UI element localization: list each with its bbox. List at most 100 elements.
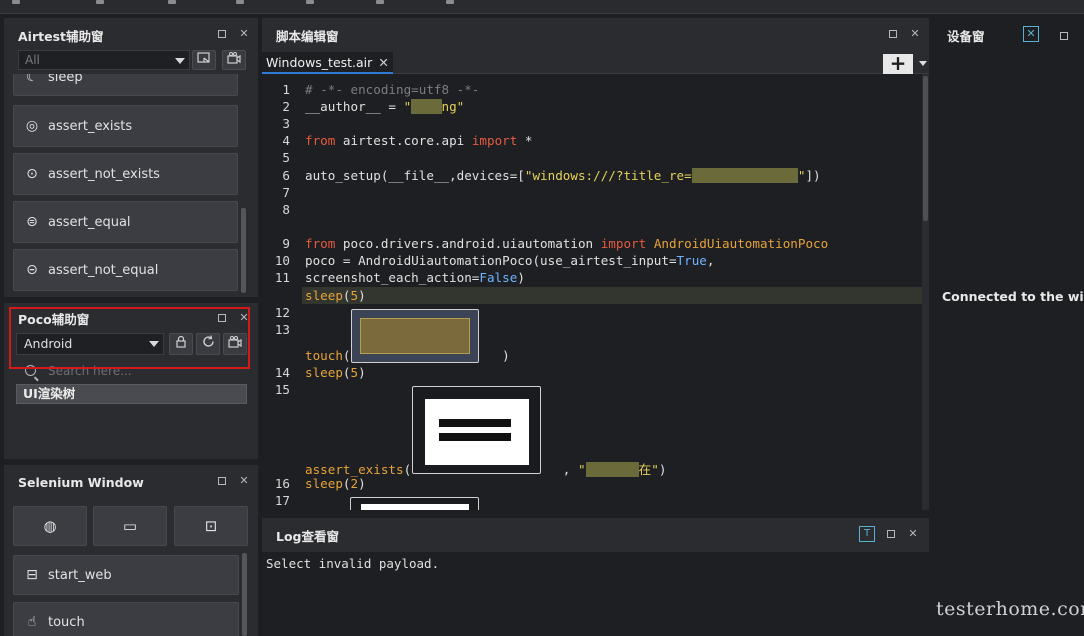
camera-icon: ⊡ — [204, 517, 218, 535]
current-line-highlight — [302, 287, 922, 304]
editor-scrollbar[interactable] — [922, 74, 929, 510]
chevron-down-icon — [175, 58, 185, 64]
scrollbar-thumb[interactable] — [923, 76, 928, 221]
float-icon[interactable] — [1060, 32, 1068, 40]
selenium-record-button[interactable]: ⊡ — [174, 506, 248, 546]
api-list-scrollbar[interactable] — [241, 74, 246, 295]
line-number: 16 — [274, 476, 290, 491]
selenium-panel: Selenium Window ✕ ◍ ▭ ⊡ ⊟ start_web ☝ to… — [4, 465, 258, 636]
code-line: sleep(5) — [305, 365, 366, 380]
device-status: Connected to the window — [942, 289, 1084, 304]
line-number: 8 — [282, 202, 290, 217]
new-script-button[interactable]: + — [873, 53, 929, 74]
plus-icon: + — [883, 53, 913, 74]
line-number: 6 — [282, 168, 290, 183]
close-icon[interactable]: ✕ — [238, 475, 250, 487]
filter-icon[interactable]: T — [859, 526, 875, 542]
code-line: auto_setup(__file__,devices=["windows://… — [305, 168, 821, 183]
float-icon[interactable] — [889, 30, 897, 38]
line-number: 15 — [274, 382, 290, 397]
api-item-label: assert_not_exists — [48, 166, 160, 182]
image-thumbnail[interactable] — [350, 497, 479, 510]
close-icon[interactable]: ✕ — [909, 28, 921, 40]
toggle-equal-icon: ⊜ — [26, 214, 38, 230]
line-number: 5 — [282, 150, 290, 165]
api-item-sleep[interactable]: ☾ sleep — [13, 74, 238, 96]
line-number: 4 — [282, 133, 290, 148]
tab-label: Windows_test.air — [266, 55, 373, 70]
close-tab-icon[interactable]: ✕ — [378, 55, 388, 70]
tools-icon[interactable]: ✕ — [1023, 26, 1039, 42]
device-panel: 设备窗 ✕ Connected to the window — [933, 18, 1084, 636]
api-filter-value: All — [25, 53, 40, 67]
scrollbar-thumb[interactable] — [242, 553, 247, 636]
watermark: testerhome.com — [936, 598, 1084, 620]
ui-tree-root[interactable]: UI渲染树 — [16, 384, 247, 404]
code-line: sleep(2) — [305, 476, 366, 491]
editor-panel-title: 脚本编辑窗 — [262, 18, 929, 52]
api-item-assert-not-exists[interactable]: ⊙ assert_not_exists — [13, 153, 238, 195]
line-number: 11 — [274, 270, 290, 285]
api-item-label: sleep — [48, 74, 83, 85]
code-line: from airtest.core.api import * — [305, 133, 533, 148]
selenium-item-label: start_web — [48, 567, 112, 583]
web-button[interactable]: ◍ — [13, 506, 87, 546]
api-filter-select[interactable]: All — [18, 50, 190, 70]
line-number: 3 — [282, 116, 290, 131]
record-button[interactable] — [222, 50, 246, 70]
selenium-item-touch[interactable]: ☝ touch — [13, 602, 239, 636]
line-number: 7 — [282, 185, 290, 200]
scrollbar-thumb[interactable] — [241, 208, 246, 293]
api-item-assert-not-equal[interactable]: ⊝ assert_not_equal — [13, 249, 238, 291]
line-number: 1 — [282, 82, 290, 97]
inbox-icon: ⊟ — [26, 567, 38, 583]
api-list: ☾ sleep ◎ assert_exists ⊙ assert_not_exi… — [13, 74, 238, 295]
log-panel-title: Log查看窗 — [262, 518, 929, 552]
toggle-not-equal-icon: ⊝ — [26, 262, 38, 278]
chevron-down-icon[interactable] — [919, 61, 927, 66]
selenium-item-start-web[interactable]: ⊟ start_web — [13, 555, 239, 595]
region-select-icon — [197, 52, 210, 63]
line-number: 2 — [282, 99, 290, 114]
float-icon[interactable] — [218, 30, 226, 38]
api-item-assert-exists[interactable]: ◎ assert_exists — [13, 105, 238, 147]
line-number: 12 — [274, 305, 290, 320]
float-icon[interactable] — [887, 530, 895, 538]
close-icon[interactable]: ✕ — [907, 528, 919, 540]
line-number: 14 — [274, 365, 290, 380]
target-off-icon: ⊙ — [26, 166, 38, 182]
api-item-assert-equal[interactable]: ⊜ assert_equal — [13, 201, 238, 243]
code-area[interactable]: 1 2 3 4 5 6 7 8 9 10 11 12 13 14 15 16 17 # -*- encoding… — [262, 78, 922, 510]
editor-tabs: Windows_test.air ✕ + — [262, 52, 929, 74]
close-icon[interactable]: ✕ — [238, 28, 250, 40]
assert-image-thumbnail[interactable] — [412, 386, 541, 474]
screen-button[interactable]: ▭ — [93, 506, 167, 546]
api-item-label: assert_equal — [48, 214, 131, 230]
line-number: 13 — [274, 322, 290, 337]
monitor-icon: ▭ — [122, 517, 138, 535]
top-toolbar — [0, 0, 1084, 14]
code-line: screenshot_each_action=False) — [305, 270, 525, 285]
target-icon: ◎ — [25, 118, 39, 134]
screenshot-button[interactable] — [192, 50, 216, 70]
touch-image-thumbnail[interactable] — [351, 309, 479, 363]
tab-windows-test[interactable]: Windows_test.air ✕ — [262, 52, 393, 74]
airtest-helper-panel: Airtest辅助窗 ✕ All ☾ sleep ◎ assert_exists… — [4, 18, 258, 297]
log-message: Select invalid payload. — [266, 556, 440, 571]
code-line: from poco.drivers.android.uiautomation i… — [305, 236, 829, 251]
code-line: poco = AndroidUiautomationPoco(use_airte… — [305, 253, 715, 268]
code-line: sleep(5) — [305, 288, 366, 303]
globe-icon: ◍ — [43, 517, 57, 535]
line-number: 17 — [274, 493, 290, 508]
selenium-scrollbar[interactable] — [242, 553, 247, 636]
script-editor-panel: 脚本编辑窗 ✕ Windows_test.air ✕ + 1 2 3 4 5 6 7 8 9 10 1… — [262, 18, 929, 510]
highlight-box — [9, 307, 250, 369]
api-item-label: assert_exists — [48, 118, 133, 134]
code-line: __author__ = "xxxxng" — [305, 99, 465, 114]
moon-icon: ☾ — [25, 74, 39, 85]
api-item-label: assert_not_equal — [48, 262, 159, 278]
camera-icon — [227, 52, 241, 64]
line-number: 9 — [282, 236, 290, 251]
line-number: 10 — [274, 253, 290, 268]
float-icon[interactable] — [218, 477, 226, 485]
